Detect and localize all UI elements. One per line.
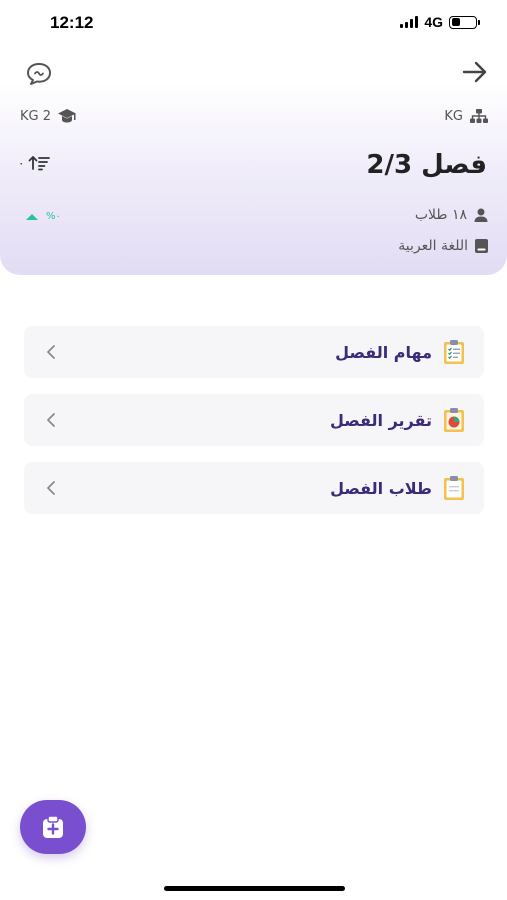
signal-icon: [400, 16, 419, 28]
progress-indicator: %٠: [26, 211, 61, 222]
chevron-left-icon: [40, 341, 62, 363]
back-button[interactable]: [459, 58, 491, 86]
sort-icon: [29, 156, 51, 171]
grade-level-label: KG 2: [20, 108, 52, 124]
sort-value: ٠: [18, 156, 25, 170]
students-count: ١٨ طلاب: [414, 207, 467, 223]
report-icon: [444, 408, 464, 432]
chat-button[interactable]: [24, 60, 54, 88]
students-count-row: ١٨ طلاب: [415, 207, 489, 223]
chat-icon: [27, 63, 51, 85]
header-background: [0, 0, 507, 275]
menu-class-report[interactable]: تقرير الفصل: [24, 394, 484, 446]
battery-icon: [449, 15, 480, 29]
subject-row: اللغة العربية: [398, 238, 489, 254]
user-icon: [474, 208, 488, 222]
clipboard-checklist-icon: [444, 340, 464, 364]
home-indicator: [164, 886, 345, 891]
menu-class-tasks[interactable]: مهام الفصل: [24, 326, 484, 378]
book-icon: [475, 239, 488, 253]
hierarchy-icon: [470, 109, 488, 123]
subject-name: اللغة العربية: [398, 238, 468, 254]
stage-level-label: KG: [444, 108, 463, 124]
status-indicators: 4G: [400, 14, 480, 30]
network-label: 4G: [424, 14, 443, 30]
grade-level: KG 2: [20, 108, 77, 124]
clipboard-icon: [444, 476, 464, 500]
stage-level: KG: [444, 108, 489, 124]
progress-percent: %٠: [46, 211, 61, 222]
chevron-left-icon: [40, 409, 62, 431]
menu-label-report: تقرير الفصل: [329, 410, 432, 430]
trend-up-icon: [26, 213, 38, 220]
menu-class-students[interactable]: طلاب الفصل: [24, 462, 484, 514]
menu-label-students: طلاب الفصل: [330, 478, 432, 498]
status-time: 12:12: [50, 13, 94, 32]
add-task-button[interactable]: [20, 800, 86, 854]
chevron-left-icon: [40, 477, 62, 499]
menu-label-tasks: مهام الفصل: [335, 342, 432, 362]
arrow-right-icon: [462, 61, 487, 83]
class-title: فصل 2/3: [366, 150, 487, 180]
add-clipboard-icon: [43, 815, 63, 838]
graduation-cap-icon: [58, 109, 77, 123]
sort-button[interactable]: ٠: [18, 155, 51, 171]
